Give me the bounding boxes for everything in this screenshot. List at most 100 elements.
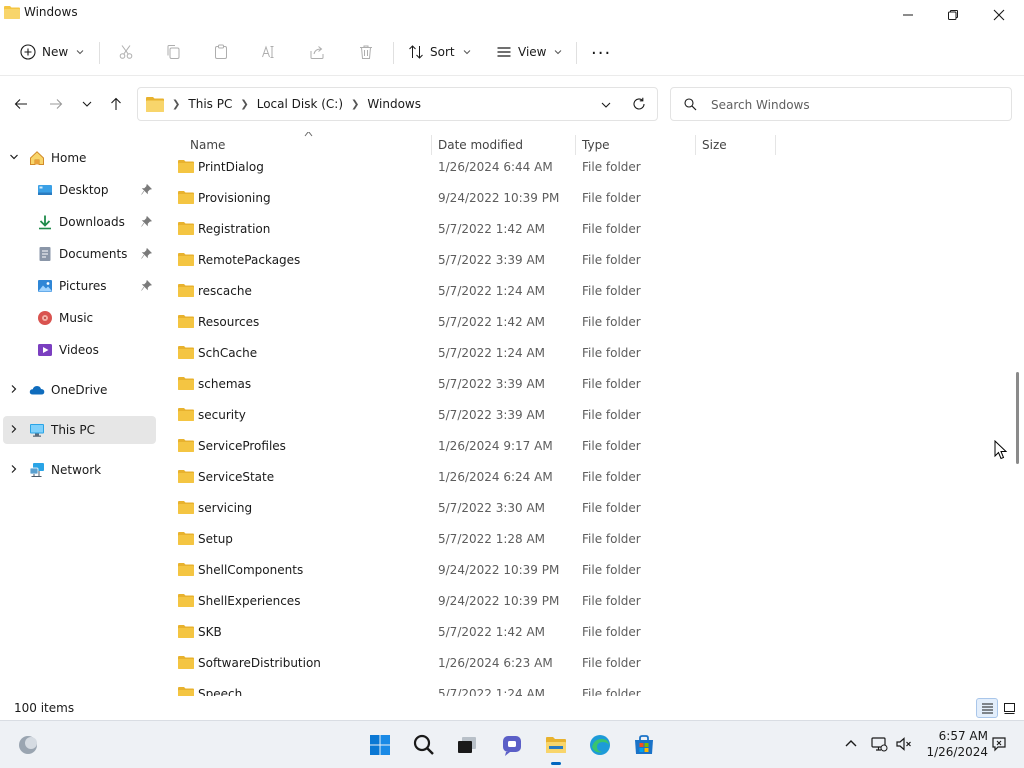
- copy-button[interactable]: [165, 38, 181, 66]
- nav-item-label: Music: [59, 311, 94, 325]
- refresh-icon[interactable]: [632, 97, 646, 111]
- documents-icon: [39, 247, 51, 261]
- file-explorer-icon: [546, 737, 566, 753]
- nav-item-documents[interactable]: Documents: [3, 240, 156, 268]
- store-button[interactable]: [630, 731, 658, 759]
- table-row[interactable]: Registration 5/7/2022 1:42 AM File folder: [160, 214, 1012, 245]
- table-row[interactable]: SoftwareDistribution 1/26/2024 6:23 AM Fil…: [160, 648, 1012, 679]
- widgets-button[interactable]: [14, 731, 42, 759]
- table-row[interactable]: ServiceState 1/26/2024 6:24 AM File folder: [160, 462, 1012, 493]
- new-button[interactable]: New: [20, 38, 84, 66]
- pin-icon: [141, 216, 152, 227]
- nav-item-home[interactable]: Home: [3, 144, 156, 172]
- nav-item-this-pc[interactable]: This PC: [3, 416, 156, 444]
- search-input[interactable]: [711, 96, 1001, 114]
- sort-label: Sort: [430, 45, 455, 59]
- breadcrumb-local-disk[interactable]: Local Disk (C:): [257, 97, 343, 111]
- table-row[interactable]: ShellComponents 9/24/2022 10:39 PM File fo…: [160, 555, 1012, 586]
- notification-icon[interactable]: [990, 735, 1008, 753]
- file-name: ServiceProfiles: [198, 439, 286, 453]
- table-row[interactable]: ServiceProfiles 1/26/2024 9:17 AM File fol…: [160, 431, 1012, 462]
- recent-locations-button[interactable]: [75, 93, 99, 115]
- nav-item-desktop[interactable]: Desktop: [3, 176, 156, 204]
- start-button[interactable]: [366, 731, 394, 759]
- close-button[interactable]: [976, 0, 1022, 30]
- details-view-button[interactable]: [976, 698, 998, 718]
- chevron-right-icon: ❯: [172, 98, 181, 110]
- breadcrumb-windows[interactable]: Windows: [367, 97, 421, 111]
- file-explorer-taskbar-button[interactable]: [542, 731, 570, 765]
- table-row[interactable]: Provisioning 9/24/2022 10:39 PM File folde…: [160, 183, 1012, 214]
- chevron-right-icon[interactable]: [9, 384, 19, 394]
- file-date-modified: 9/24/2022 10:39 PM: [438, 594, 560, 608]
- windows-logo-icon: [370, 735, 390, 755]
- chevron-right-icon[interactable]: [9, 464, 19, 474]
- table-row[interactable]: servicing 5/7/2022 3:30 AM File folder: [160, 493, 1012, 524]
- table-row[interactable]: Speech 5/7/2022 1:24 AM File folder: [160, 679, 1012, 696]
- pin-icon: [141, 184, 152, 195]
- status-bar: 100 items: [0, 696, 1024, 720]
- edge-button[interactable]: [586, 731, 614, 759]
- breadcrumb-this-pc[interactable]: This PC: [188, 97, 232, 111]
- scrollbar-thumb[interactable]: [1016, 372, 1019, 464]
- paste-button[interactable]: [213, 38, 229, 66]
- network-status-icon[interactable]: [870, 735, 888, 753]
- system-clock[interactable]: 6:57 AM 1/26/2024: [920, 728, 988, 760]
- home-icon: [30, 151, 44, 165]
- chevron-up-icon[interactable]: [842, 735, 860, 753]
- cut-button[interactable]: [118, 38, 134, 66]
- file-name: SKB: [198, 625, 222, 639]
- table-row[interactable]: Resources 5/7/2022 1:42 AM File folder: [160, 307, 1012, 338]
- table-row[interactable]: ShellExperiences 9/24/2022 10:39 PM File f…: [160, 586, 1012, 617]
- table-row[interactable]: PrintDialog 1/26/2024 6:44 AM File folder: [160, 152, 1012, 183]
- chevron-down-icon[interactable]: [600, 99, 612, 111]
- back-button[interactable]: [9, 93, 33, 115]
- nav-item-music[interactable]: Music: [3, 304, 156, 332]
- table-row[interactable]: Setup 5/7/2022 1:28 AM File folder: [160, 524, 1012, 555]
- table-row[interactable]: security 5/7/2022 3:39 AM File folder: [160, 400, 1012, 431]
- forward-button[interactable]: [44, 93, 68, 115]
- chat-button[interactable]: [498, 731, 526, 759]
- details-view-icon: [981, 703, 993, 713]
- tiles-view-button[interactable]: [998, 698, 1020, 718]
- search-box[interactable]: [670, 87, 1012, 121]
- file-name: rescache: [198, 284, 252, 298]
- search-taskbar-button[interactable]: [410, 731, 438, 759]
- nav-item-network[interactable]: Network: [3, 456, 156, 484]
- file-date-modified: 9/24/2022 10:39 PM: [438, 191, 560, 205]
- folder-icon: [178, 408, 194, 421]
- file-name: SchCache: [198, 346, 258, 360]
- view-button[interactable]: View: [496, 38, 562, 66]
- nav-item-pictures[interactable]: Pictures: [3, 272, 156, 300]
- share-button[interactable]: [309, 38, 325, 66]
- folder-icon: [178, 315, 194, 328]
- vertical-scrollbar[interactable]: [1012, 132, 1024, 696]
- table-row[interactable]: rescache 5/7/2022 1:24 AM File folder: [160, 276, 1012, 307]
- sort-button[interactable]: Sort: [408, 38, 471, 66]
- minimize-button[interactable]: [885, 0, 931, 30]
- rename-button[interactable]: [261, 38, 277, 66]
- nav-item-videos[interactable]: Videos: [3, 336, 156, 364]
- file-date-modified: 1/26/2024 6:24 AM: [438, 470, 553, 484]
- chevron-right-icon[interactable]: [9, 424, 19, 434]
- folder-icon: [178, 563, 194, 576]
- restore-button[interactable]: [930, 0, 976, 30]
- speaker-muted-icon[interactable]: [895, 735, 913, 753]
- table-row[interactable]: SKB 5/7/2022 1:42 AM File folder: [160, 617, 1012, 648]
- more-options-button[interactable]: ...: [591, 34, 611, 62]
- file-type: File folder: [582, 594, 641, 608]
- table-row[interactable]: RemotePackages 5/7/2022 3:39 AM File folde…: [160, 245, 1012, 276]
- taskbar: 6:57 AM 1/26/2024: [0, 720, 1024, 768]
- task-view-button[interactable]: [453, 731, 481, 759]
- address-bar[interactable]: ❯ This PC ❯ Local Disk (C:) ❯ Windows: [137, 87, 658, 121]
- nav-item-downloads[interactable]: Downloads: [3, 208, 156, 236]
- nav-item-onedrive[interactable]: OneDrive: [3, 376, 156, 404]
- column-header-label: Name: [190, 138, 226, 152]
- nav-item-label: OneDrive: [51, 383, 108, 397]
- chevron-down-icon[interactable]: [9, 152, 19, 162]
- search-icon: [684, 98, 697, 111]
- table-row[interactable]: SchCache 5/7/2022 1:24 AM File folder: [160, 338, 1012, 369]
- delete-button[interactable]: [358, 38, 374, 66]
- up-button[interactable]: [104, 93, 128, 115]
- table-row[interactable]: schemas 5/7/2022 3:39 AM File folder: [160, 369, 1012, 400]
